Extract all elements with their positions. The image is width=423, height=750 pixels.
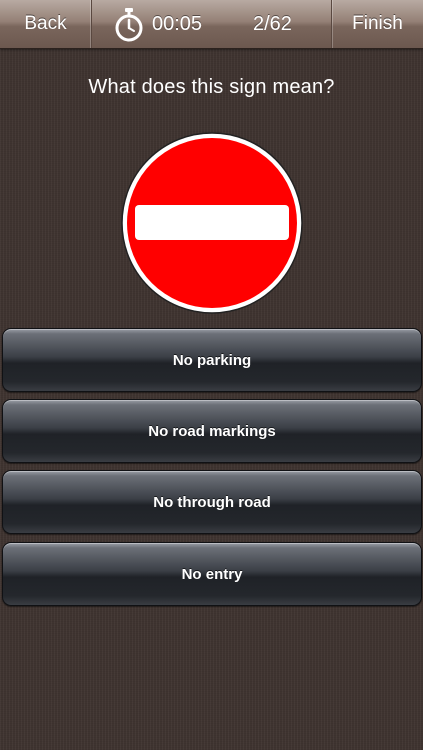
answer-button-4[interactable]: No entry bbox=[2, 542, 422, 606]
answer-button-3[interactable]: No through road bbox=[2, 470, 422, 534]
answer-button-2[interactable]: No road markings bbox=[2, 399, 422, 463]
question-text: What does this sign mean? bbox=[88, 76, 335, 98]
answer-button-1[interactable]: No parking bbox=[2, 328, 422, 392]
answer-label: No parking bbox=[172, 351, 252, 369]
answer-label: No entry bbox=[181, 565, 243, 583]
stopwatch-icon bbox=[115, 8, 143, 42]
top-bar: Back 00:05 2/62 Finish bbox=[0, 0, 423, 49]
answer-label: No road markings bbox=[148, 422, 276, 440]
finish-button[interactable]: Finish bbox=[331, 0, 423, 48]
no-entry-sign-icon bbox=[121, 132, 303, 314]
timer-readout: 00:05 bbox=[152, 13, 203, 35]
back-button[interactable]: Back bbox=[0, 0, 92, 48]
answer-label: No through road bbox=[153, 493, 271, 511]
question-progress: 2/62 bbox=[253, 13, 292, 35]
